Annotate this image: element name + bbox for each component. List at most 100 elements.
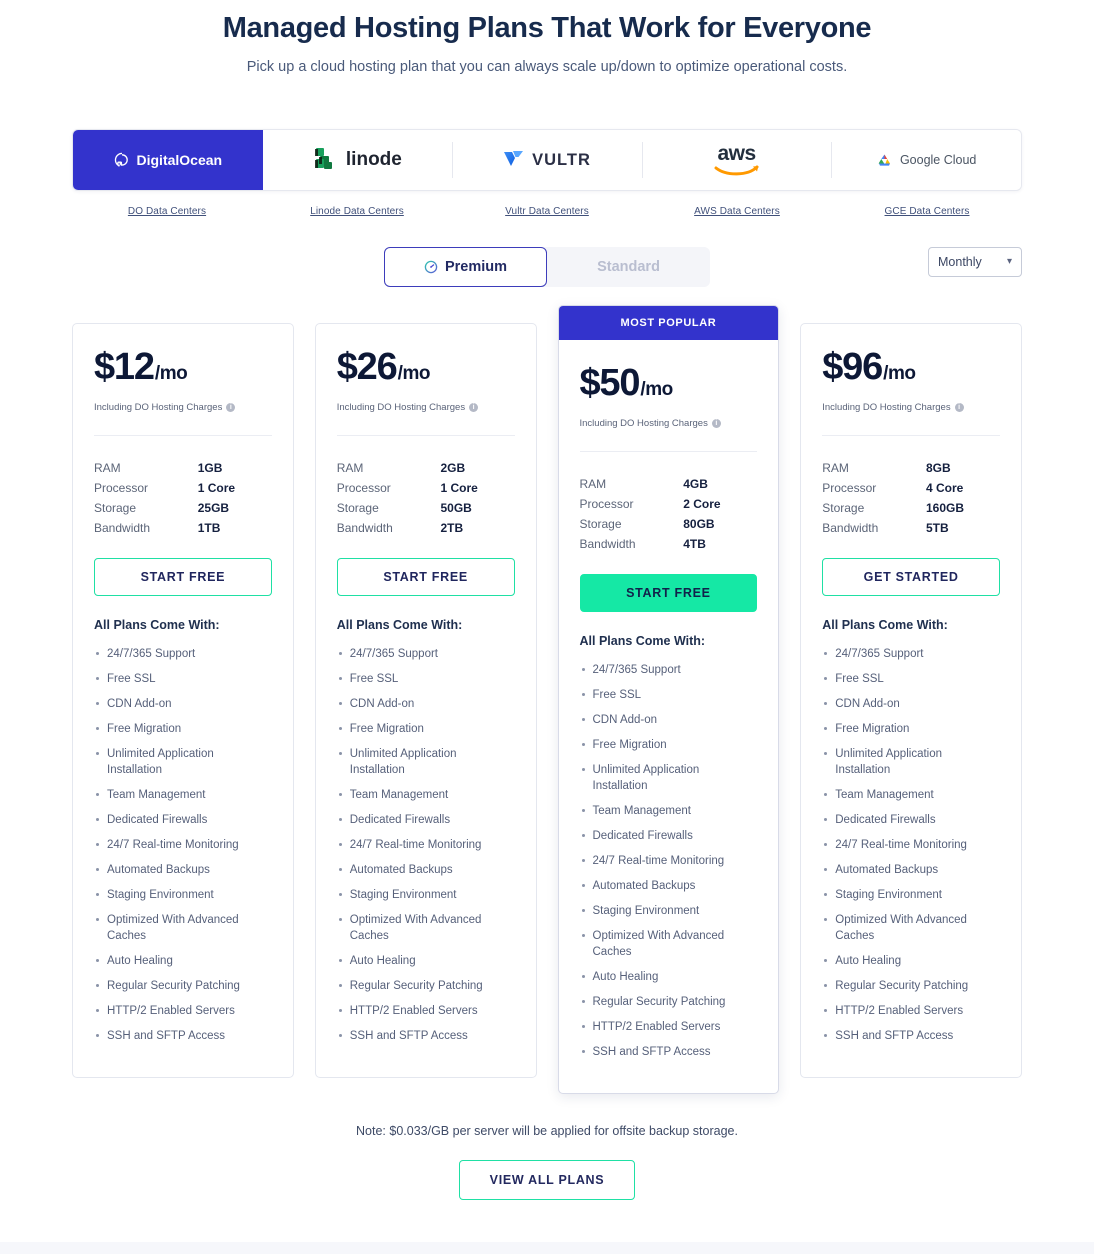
charges-note-text: Including DO Hosting Charges [579, 418, 708, 429]
plan-controls: Premium Standard Monthly ▾ [0, 247, 1094, 289]
price-amount: $96 [822, 346, 883, 388]
plan-cta-wrap: START FREE [73, 538, 293, 596]
feature-item: SSH and SFTP Access [580, 1044, 758, 1060]
provider-label: DigitalOcean [136, 152, 223, 168]
feature-item: Dedicated Firewalls [337, 812, 515, 828]
datacenter-link-gce[interactable]: GCE Data Centers [885, 206, 970, 217]
provider-selector: DigitalOcean linode VULTR aws Google Clo… [0, 129, 1094, 219]
provider-tab-linode[interactable]: linode [262, 130, 453, 190]
spec-row: Bandwidth 1TB [94, 518, 272, 538]
feature-item: Automated Backups [337, 862, 515, 878]
spec-value: 80GB [683, 517, 715, 531]
feature-item: Regular Security Patching [94, 978, 272, 994]
most-popular-badge: MOST POPULAR [558, 306, 779, 340]
aws-logo: aws [714, 143, 760, 177]
spec-row: RAM 2GB [337, 458, 515, 478]
provider-tab-digitalocean[interactable]: DigitalOcean [73, 130, 263, 190]
spec-label: Processor [579, 497, 634, 511]
datacenter-cell: GCE Data Centers [832, 201, 1022, 219]
spec-value: 2 Core [683, 497, 721, 511]
feature-item: 24/7/365 Support [580, 662, 758, 678]
plan-specs: RAM 8GB Processor 4 Core Storage 160GB Band… [801, 436, 1021, 538]
feature-item: 24/7/365 Support [337, 646, 515, 662]
datacenter-link-vultr[interactable]: Vultr Data Centers [505, 206, 589, 217]
digitalocean-logo: DigitalOcean [114, 152, 223, 168]
charges-note: Including DO Hosting Charges i [822, 402, 1000, 436]
spec-value: 50GB [440, 501, 472, 515]
info-icon[interactable]: i [469, 403, 479, 412]
spec-row: Bandwidth 4TB [580, 534, 758, 554]
spec-value: 4 Core [926, 481, 964, 495]
plan-cards: $12 /mo Including DO Hosting Charges i R… [0, 305, 1094, 1094]
features-list: 24/7/365 Support Free SSL CDN Add-on Fre… [580, 662, 758, 1060]
feature-item: Free Migration [337, 721, 515, 737]
tier-segmented-control: Premium Standard [384, 247, 710, 287]
info-icon[interactable]: i [226, 403, 236, 412]
info-icon[interactable]: i [954, 403, 964, 412]
feature-item: Free SSL [580, 687, 758, 703]
feature-item: Optimized With Advanced Caches [822, 912, 1000, 944]
features-list: 24/7/365 Support Free SSL CDN Add-on Fre… [94, 646, 272, 1044]
datacenter-link-linode[interactable]: Linode Data Centers [310, 206, 404, 217]
google-cloud-logo: Google Cloud [876, 153, 976, 168]
datacenter-cell: Vultr Data Centers [452, 201, 642, 219]
view-all-plans-button[interactable]: VIEW ALL PLANS [458, 1160, 636, 1200]
spec-label: RAM [336, 461, 364, 475]
price-amount: $26 [336, 346, 398, 388]
spec-value: 5TB [926, 521, 949, 535]
spec-label: Storage [336, 501, 379, 515]
plan-price-section: $26 /mo Including DO Hosting Charges i [316, 324, 536, 436]
tab-premium-label: Premium [444, 259, 508, 275]
provider-tab-aws[interactable]: aws [641, 130, 832, 190]
get-started-button[interactable]: GET STARTED [822, 558, 1000, 596]
spec-value: 1TB [197, 521, 221, 535]
feature-item: Team Management [337, 787, 515, 803]
feature-item: 24/7/365 Support [94, 646, 272, 662]
feature-item: Unlimited Application Installation [822, 746, 1000, 778]
feature-item: SSH and SFTP Access [337, 1028, 515, 1044]
billing-period-select[interactable]: Monthly ▾ [928, 247, 1022, 277]
feature-item: SSH and SFTP Access [94, 1028, 272, 1044]
footer-note: Note: $0.033/GB per server will be appli… [356, 1124, 738, 1138]
spec-label: Storage [822, 501, 865, 515]
datacenter-link-aws[interactable]: AWS Data Centers [694, 206, 780, 217]
start-free-button[interactable]: START FREE [336, 558, 515, 596]
spec-row: Processor 1 Core [337, 478, 515, 498]
start-free-button[interactable]: START FREE [579, 574, 758, 612]
datacenter-cell: DO Data Centers [72, 201, 262, 219]
provider-tab-google-cloud[interactable]: Google Cloud [831, 130, 1021, 190]
page-footer: Note: $0.033/GB per server will be appli… [0, 1124, 1094, 1200]
tab-premium[interactable]: Premium [384, 247, 547, 287]
info-icon[interactable]: i [711, 419, 721, 428]
provider-label: linode [345, 149, 402, 170]
feature-item: Dedicated Firewalls [580, 828, 758, 844]
price-period: /mo [883, 363, 916, 384]
charges-note: Including DO Hosting Charges i [579, 418, 758, 452]
aws-smile-icon [714, 165, 759, 175]
spec-row: Storage 25GB [94, 498, 272, 518]
feature-item: Regular Security Patching [337, 978, 515, 994]
tab-standard[interactable]: Standard [547, 247, 710, 287]
plan-cta-wrap: GET STARTED [801, 538, 1021, 596]
plan-card-popular: MOST POPULAR $50 /mo Including DO Hostin… [557, 305, 780, 1094]
feature-item: Regular Security Patching [822, 978, 1000, 994]
provider-label: VULTR [532, 150, 591, 169]
datacenter-link-do[interactable]: DO Data Centers [128, 206, 206, 217]
spec-value: 25GB [197, 501, 230, 515]
spec-label: Processor [336, 481, 391, 495]
feature-item: CDN Add-on [822, 696, 1000, 712]
plan-features: All Plans Come With: 24/7/365 Support Fr… [316, 596, 536, 1077]
provider-tab-vultr[interactable]: VULTR [452, 130, 642, 190]
page-subtitle: Pick up a cloud hosting plan that you ca… [246, 59, 848, 75]
spec-value: 2GB [440, 461, 466, 475]
feature-item: 24/7 Real-time Monitoring [94, 837, 272, 853]
feature-item: 24/7 Real-time Monitoring [580, 853, 758, 869]
provider-tabs: DigitalOcean linode VULTR aws Google Clo… [72, 129, 1022, 191]
spec-label: Storage [94, 501, 137, 515]
feature-item: HTTP/2 Enabled Servers [822, 1003, 1000, 1019]
plan-specs: RAM 1GB Processor 1 Core Storage 25GB Bandw… [73, 436, 293, 538]
feature-item: 24/7/365 Support [822, 646, 1000, 662]
start-free-button[interactable]: START FREE [94, 558, 272, 596]
plan-specs: RAM 2GB Processor 1 Core Storage 50GB Bandw… [316, 436, 536, 538]
tab-standard-label: Standard [597, 259, 660, 275]
